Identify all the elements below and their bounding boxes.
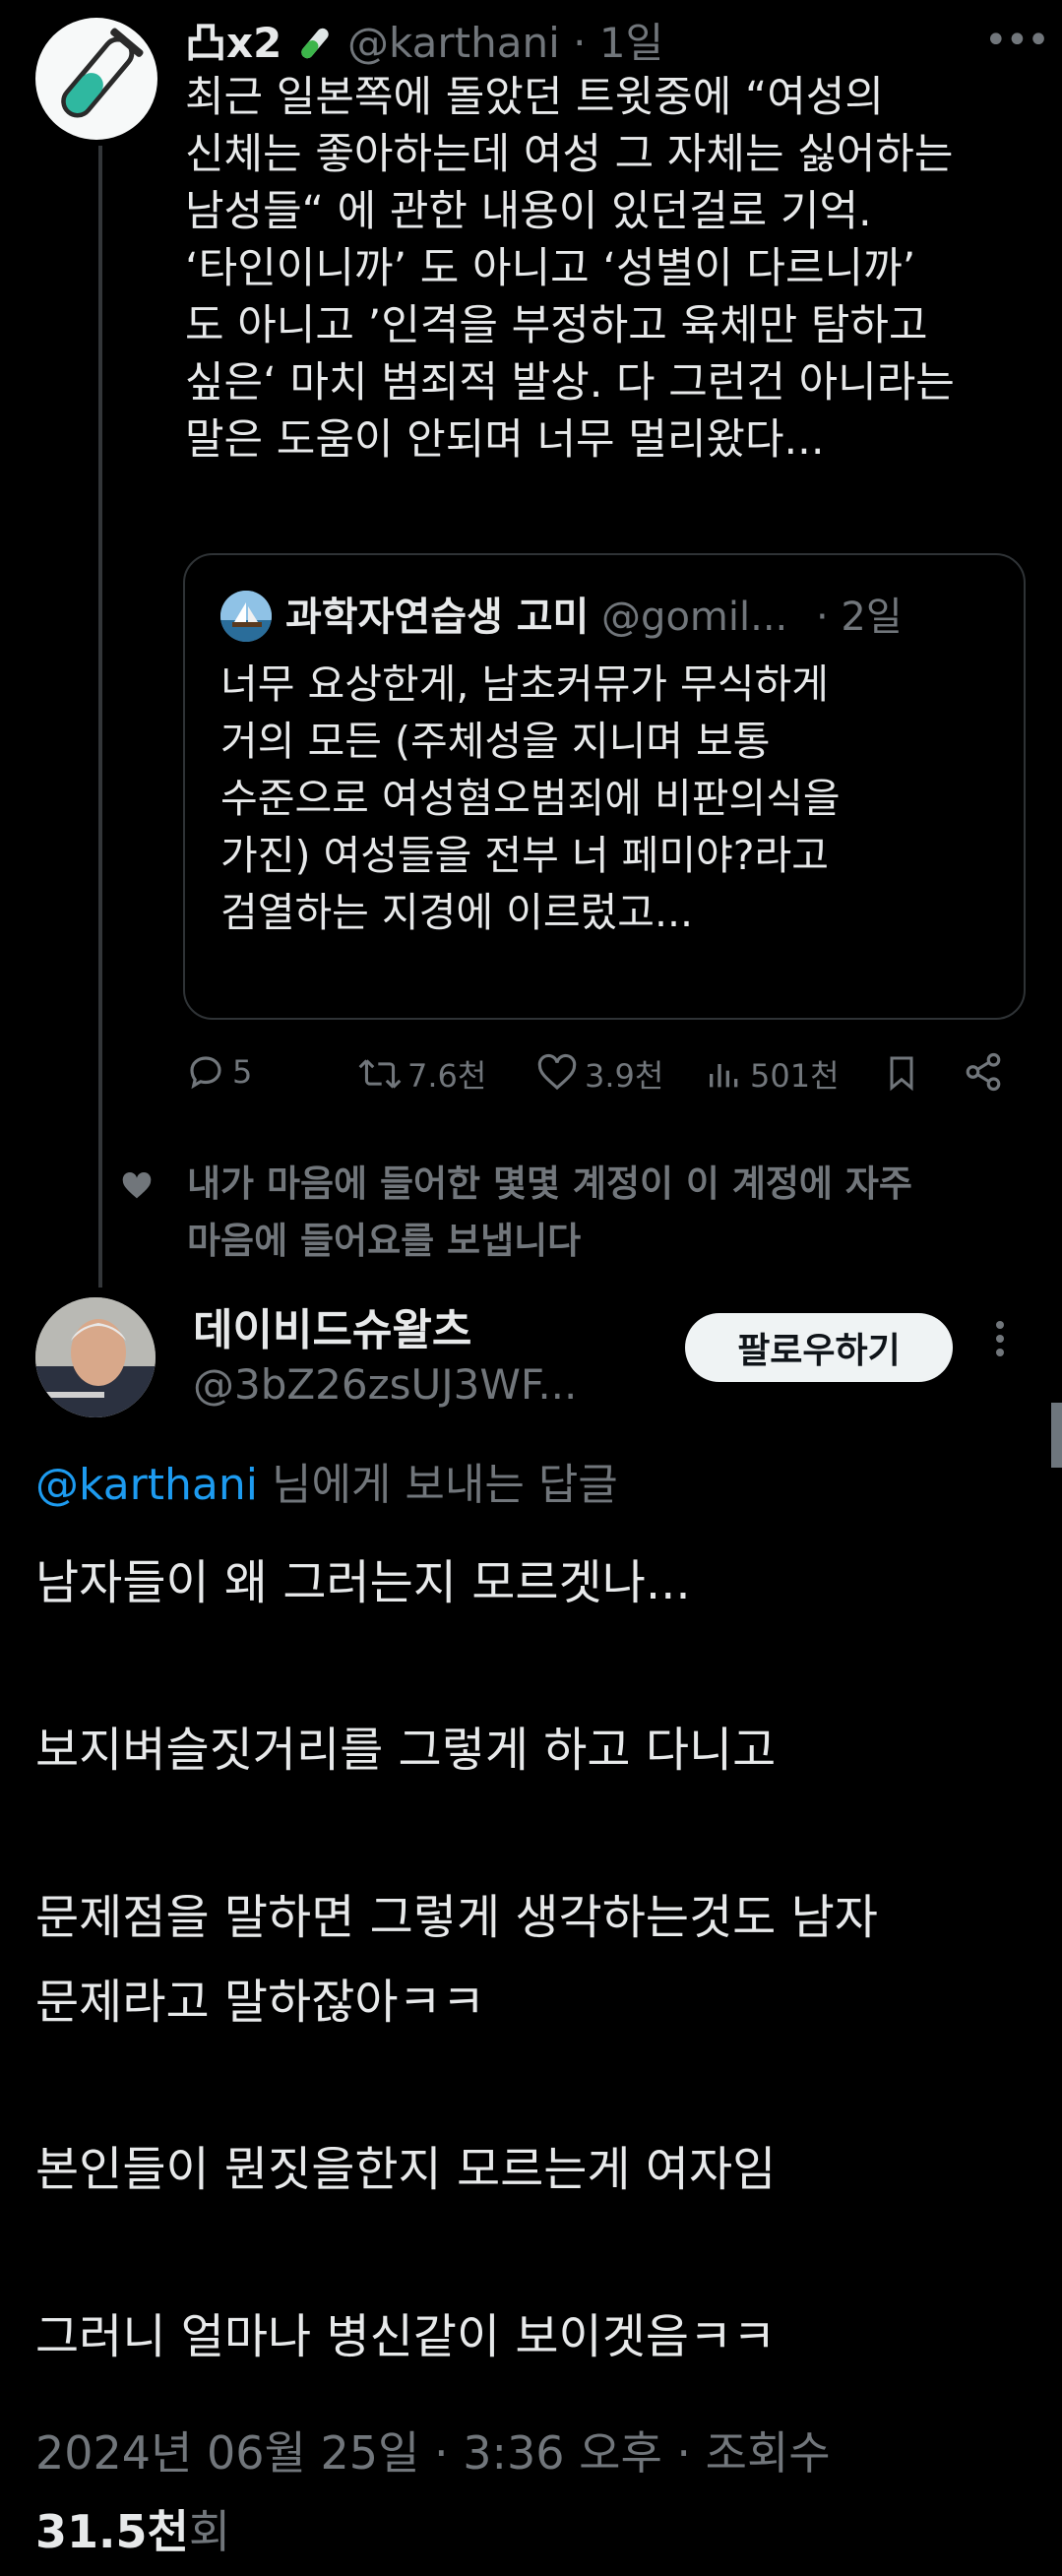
share-icon: [966, 1052, 1001, 1092]
tweet-text-line: 신체는 좋아하는데 여성 그 자체는 싫어하는: [185, 130, 954, 179]
retweet-icon: [358, 1059, 402, 1089]
like-button[interactable]: 3.9천: [535, 1051, 663, 1097]
more-icon[interactable]: •••: [984, 18, 1050, 63]
replying-mention-link[interactable]: @karthani: [35, 1460, 258, 1510]
reply-view-count: 31.5천회: [35, 2496, 230, 2561]
quoted-time: · 2일: [815, 595, 903, 640]
reply-display-name[interactable]: 데이비드슈왈츠: [193, 1294, 471, 1357]
original-avatar[interactable]: [35, 18, 157, 140]
view-count-number: 31.5천: [35, 2505, 189, 2558]
tweet-text-line: 최근 일본쪽에 돌았던 트윗중에 “여성의: [185, 73, 884, 122]
reply-button[interactable]: 5: [185, 1051, 252, 1093]
replying-suffix: 님에게 보내는 답글: [257, 1460, 618, 1510]
reply-text-line: 문제점을 말하면 그렇게 생각하는것도 남자: [35, 1890, 878, 1945]
heart-icon: [537, 1053, 577, 1091]
share-button[interactable]: [963, 1051, 1004, 1093]
tweet-text-line: 싶은‘ 마치 범죄적 발상. 다 그런건 아니라는: [185, 358, 955, 408]
action-bar: 5 7.6천 3.9천 501천: [185, 1051, 1012, 1106]
quoted-tweet-text: 너무 요상한게, 남초커뮤가 무식하게 거의 모든 (주체성을 지니며 보통 수…: [220, 656, 841, 941]
bookmark-button[interactable]: [882, 1051, 921, 1095]
original-display-name[interactable]: 凸x2: [185, 19, 281, 67]
tweet-text-line: 남성들“ 에 관한 내용이 있던걸로 기억.: [185, 187, 872, 236]
tweet-text-line: 도 아니고 ’인격을 부정하고 육체만 탐하고: [185, 301, 928, 350]
tweet-text-line: 말은 도움이 안되며 너무 멀리왔다...: [185, 415, 825, 465]
reply-text-line: 본인들이 뭔짓을한지 모르는게 여자임: [35, 2142, 777, 2197]
follow-button[interactable]: 팔로우하기: [685, 1313, 953, 1382]
quoted-handle: @gomil...: [601, 595, 788, 640]
reply-text-line: 문제라고 말하잖아ㅋㅋ: [35, 1975, 485, 2030]
reply-text-line: 남자들이 왜 그러는지 모르겟나...: [35, 1555, 691, 1610]
reply-count: 5: [232, 1053, 253, 1091]
quote-text-line: 검열하는 지경에 이르렀고...: [220, 889, 694, 936]
quote-text-line: 가진) 여성들을 전부 너 페미야?라고: [220, 832, 829, 879]
quoted-tweet-card[interactable]: 과학자연습생 고미 @gomil... · 2일 너무 요상한게, 남초커뮤가 …: [183, 553, 1026, 1020]
test-tube-avatar-icon: [61, 28, 144, 118]
heart-filled-icon: [120, 1163, 154, 1221]
quote-text-line: 거의 모든 (주체성을 지니며 보통: [220, 718, 771, 765]
original-dot-separator: ·: [573, 19, 587, 67]
quote-text-line: 수준으로 여성혐오범죄에 비판의식을: [220, 775, 841, 822]
scrollbar-thumb[interactable]: [1051, 1403, 1062, 1468]
original-header: 凸x2 @karthani · 1일: [185, 10, 663, 70]
reply-handle[interactable]: @3bZ26zsUJ3WF...: [193, 1360, 577, 1409]
social-context-line: 내가 마음에 들어한 몇몇 계정이 이 계정에 자주: [187, 1162, 912, 1205]
more-vertical-icon[interactable]: [994, 1319, 1006, 1368]
reply-icon: [190, 1056, 221, 1090]
thread-connector-line: [98, 146, 102, 1288]
views-chart-icon: [710, 1064, 738, 1088]
reply-text-line: 보지벼슬짓거리를 그렇게 하고 다니고: [35, 1723, 777, 1778]
views-count: 501천: [750, 1057, 840, 1095]
social-context-line: 마음에 들어요를 보냅니다: [187, 1220, 582, 1262]
original-handle[interactable]: @karthani: [347, 19, 560, 67]
retweet-button[interactable]: 7.6천: [358, 1051, 486, 1097]
tweet-text-line: ‘타인이니까’ 도 아니고 ‘성별이 다르니까’: [185, 244, 916, 293]
bookmark-icon: [890, 1056, 913, 1092]
replying-to: @karthani 님에게 보내는 답글: [35, 1449, 618, 1512]
retweet-count: 7.6천: [407, 1057, 487, 1095]
view-count-suffix: 회: [188, 2505, 231, 2558]
original-tweet-text: 최근 일본쪽에 돌았던 트윗중에 “여성의 신체는 좋아하는데 여성 그 자체는…: [185, 69, 1031, 469]
reply-timestamp[interactable]: 2024년 06월 25일 · 3:36 오후 · 조회수: [35, 2418, 831, 2482]
like-count: 3.9천: [585, 1057, 664, 1095]
test-tube-icon: [295, 19, 347, 67]
quote-text-line: 너무 요상한게, 남초커뮤가 무식하게: [220, 660, 829, 708]
quoted-display-name: 과학자연습생 고미: [285, 595, 590, 640]
original-time[interactable]: 1일: [599, 19, 663, 67]
reply-author-avatar[interactable]: [35, 1297, 156, 1417]
views-button[interactable]: 501천: [705, 1051, 840, 1097]
quoted-avatar: [220, 591, 272, 642]
social-context: 내가 마음에 들어한 몇몇 계정이 이 계정에 자주 마음에 들어요를 보냅니다: [120, 1156, 912, 1270]
reply-text-line: 그러니 얼마나 병신같이 보이겟음ㅋㅋ: [35, 2309, 777, 2364]
quoted-header: 과학자연습생 고미 @gomil... · 2일: [285, 585, 903, 642]
